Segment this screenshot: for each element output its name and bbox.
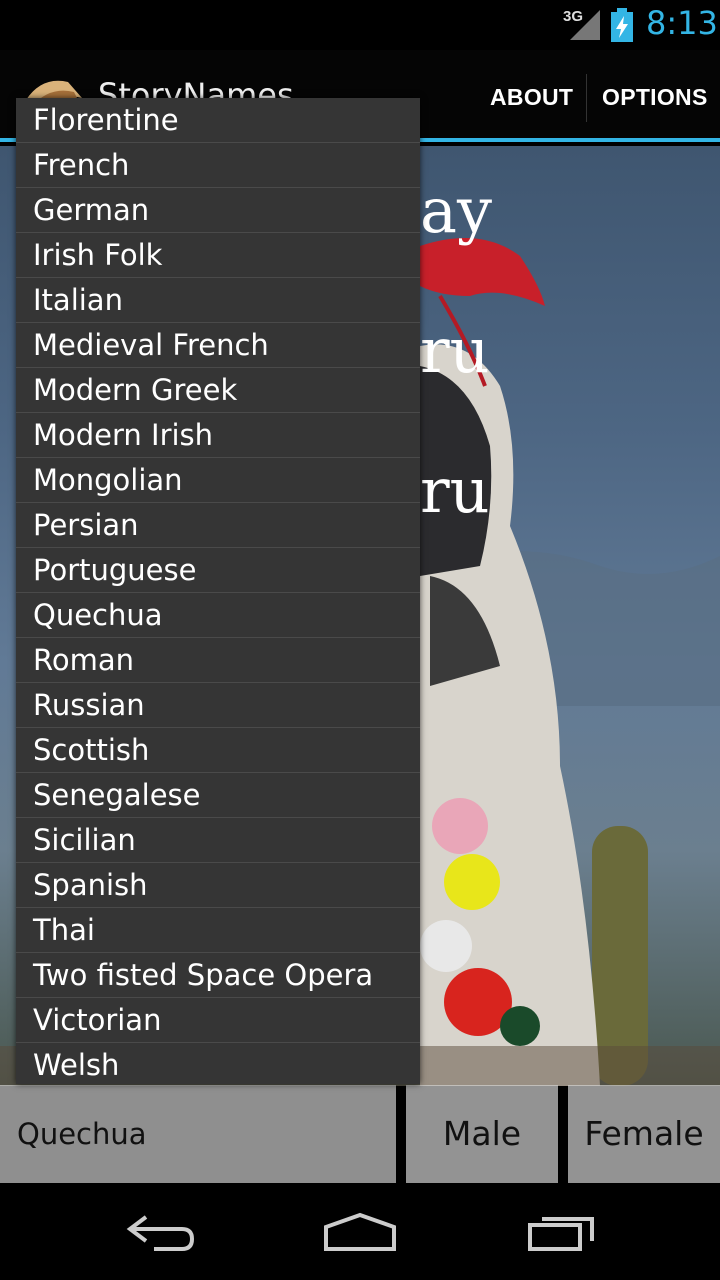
background-name-fragment-1: ay [420, 174, 492, 247]
female-button[interactable]: Female [568, 1085, 720, 1183]
origin-spinner[interactable]: Quechua [0, 1085, 396, 1183]
background-name-fragment-2: ru [420, 314, 490, 387]
dropdown-item-two-fisted-space-opera[interactable]: Two fisted Space Opera [16, 953, 420, 998]
about-button[interactable]: ABOUT [490, 84, 573, 111]
network-type-label: 3G [563, 8, 584, 25]
status-bar: 3G 8:13 [0, 0, 720, 50]
dropdown-item-roman[interactable]: Roman [16, 638, 420, 683]
dropdown-item-sicilian[interactable]: Sicilian [16, 818, 420, 863]
navigation-bar [0, 1185, 720, 1280]
dropdown-item-quechua[interactable]: Quechua [16, 593, 420, 638]
background-name-fragment-3: ru [420, 454, 490, 527]
dropdown-item-irish-folk[interactable]: Irish Folk [16, 233, 420, 278]
dropdown-item-victorian[interactable]: Victorian [16, 998, 420, 1043]
dropdown-item-italian[interactable]: Italian [16, 278, 420, 323]
dropdown-item-welsh[interactable]: Welsh [16, 1043, 420, 1084]
dropdown-item-spanish[interactable]: Spanish [16, 863, 420, 908]
dropdown-item-french[interactable]: French [16, 143, 420, 188]
options-button[interactable]: OPTIONS [602, 84, 708, 111]
dropdown-item-senegalese[interactable]: Senegalese [16, 773, 420, 818]
dropdown-item-russian[interactable]: Russian [16, 683, 420, 728]
recents-icon[interactable] [526, 1211, 598, 1253]
origin-dropdown-list[interactable]: Florentine French German Irish Folk Ital… [16, 98, 420, 1084]
clock: 8:13 [646, 4, 718, 42]
dropdown-item-persian[interactable]: Persian [16, 503, 420, 548]
dropdown-item-portuguese[interactable]: Portuguese [16, 548, 420, 593]
dropdown-item-mongolian[interactable]: Mongolian [16, 458, 420, 503]
dropdown-item-modern-greek[interactable]: Modern Greek [16, 368, 420, 413]
dropdown-item-modern-irish[interactable]: Modern Irish [16, 413, 420, 458]
male-button[interactable]: Male [406, 1085, 558, 1183]
dropdown-item-medieval-french[interactable]: Medieval French [16, 323, 420, 368]
back-icon[interactable] [124, 1211, 196, 1253]
dropdown-item-scottish[interactable]: Scottish [16, 728, 420, 773]
home-icon[interactable] [322, 1211, 398, 1253]
dropdown-item-german[interactable]: German [16, 188, 420, 233]
dropdown-item-thai[interactable]: Thai [16, 908, 420, 953]
battery-charging-icon [611, 8, 633, 42]
dropdown-item-florentine[interactable]: Florentine [16, 98, 420, 143]
action-divider [586, 74, 587, 122]
selection-row: Quechua Male Female [0, 1085, 720, 1185]
